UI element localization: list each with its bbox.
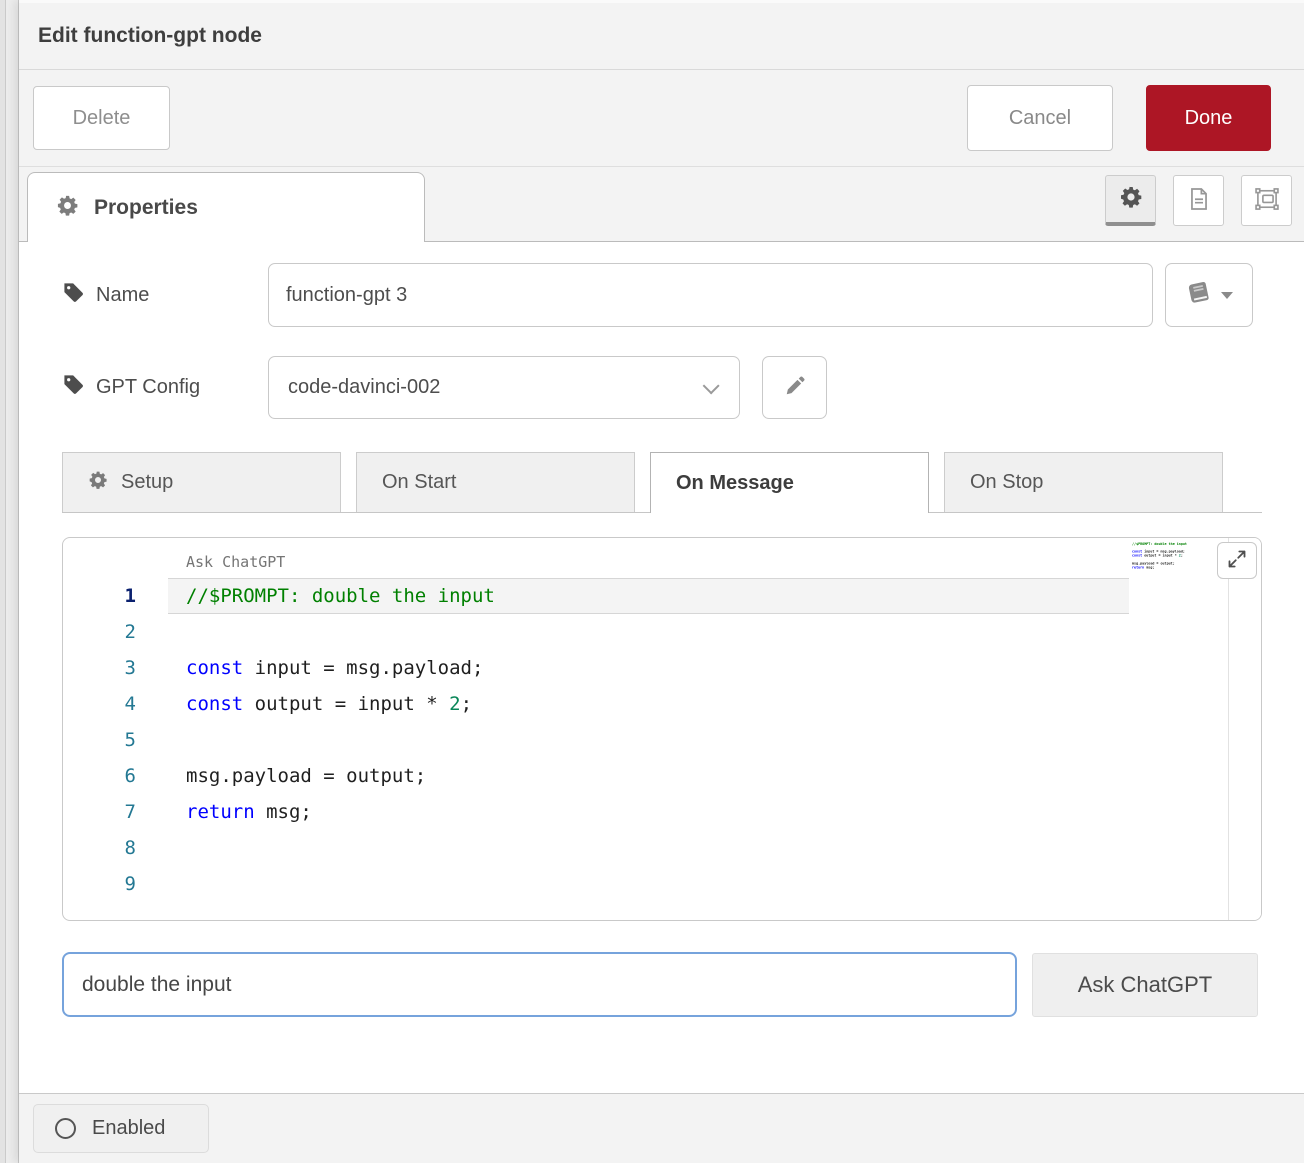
dialog-footer: Enabled [19, 1093, 1304, 1163]
screen: Edit function-gpt node Delete Cancel Don… [0, 0, 1304, 1163]
code-line-6: 6msg.payload = output; [63, 758, 1261, 794]
codelens-ask-chatgpt[interactable]: Ask ChatGPT [186, 548, 285, 578]
tab-description-button[interactable] [1173, 175, 1224, 226]
code-lines: Ask ChatGPT1//$PROMPT: double the input2… [63, 548, 1261, 902]
book-icon [1186, 281, 1212, 310]
ask-chatgpt-button[interactable]: Ask ChatGPT [1032, 953, 1258, 1017]
line-number: 1 [63, 578, 136, 614]
edit-node-dialog: Edit function-gpt node Delete Cancel Don… [19, 0, 1304, 1163]
gpt-config-label-text: GPT Config [96, 376, 200, 399]
enabled-label: Enabled [92, 1117, 165, 1140]
gpt-config-label: GPT Config [62, 373, 268, 402]
prompt-input[interactable] [62, 952, 1017, 1017]
workspace-edge [0, 0, 19, 1163]
caret-down-icon [1221, 292, 1233, 305]
expand-icon [1227, 549, 1247, 572]
editor-type-tabs [1105, 175, 1292, 226]
tab-node-properties-button[interactable] [1105, 175, 1156, 226]
gear-icon [1119, 185, 1143, 212]
tab-properties[interactable]: Properties [27, 172, 425, 242]
cancel-button[interactable]: Cancel [967, 85, 1113, 151]
tag-icon [62, 281, 85, 310]
gpt-config-selected-value: code-davinci-002 [288, 376, 440, 399]
tab-on-message[interactable]: On Message [650, 452, 929, 513]
line-number: 4 [63, 686, 136, 722]
name-field-row: Name [62, 263, 1262, 327]
code-line-3: 3const input = msg.payload; [63, 650, 1261, 686]
appearance-icon [1254, 186, 1280, 215]
dialog-toolbar: Delete Cancel Done [19, 70, 1304, 167]
gpt-config-field-row: GPT Config code-davinci-002 [62, 356, 1262, 419]
gear-icon [88, 470, 108, 496]
line-number: 9 [63, 866, 136, 902]
code-line-4: 4const output = input * 2; [63, 686, 1261, 722]
code-line-8: 8 [63, 830, 1261, 866]
tag-icon [62, 373, 85, 402]
tab-setup-label: Setup [121, 471, 173, 494]
dialog-header: Edit function-gpt node [19, 3, 1304, 70]
circle-icon [55, 1118, 76, 1139]
code-line-7: 7return msg; [63, 794, 1261, 830]
gear-icon [56, 194, 79, 222]
editor-tab-strip: Properties [19, 167, 1304, 242]
expand-editor-button[interactable] [1217, 542, 1257, 579]
chevron-down-icon [703, 377, 720, 394]
done-button[interactable]: Done [1146, 85, 1271, 151]
code-line-9: 9 [63, 866, 1261, 902]
prompt-row: Ask ChatGPT [62, 952, 1262, 1017]
tab-properties-label: Properties [94, 196, 198, 220]
code-line-5: 5 [63, 722, 1261, 758]
editor-scrollbar-gutter[interactable] [1228, 538, 1261, 920]
code-editor[interactable]: Ask ChatGPT1//$PROMPT: double the input2… [62, 537, 1262, 921]
pencil-icon [784, 375, 806, 400]
document-icon [1186, 186, 1212, 215]
tab-on-start[interactable]: On Start [356, 452, 635, 512]
line-number: 6 [63, 758, 136, 794]
name-input[interactable] [268, 263, 1153, 327]
minimap-content: //$PROMPT: double the input const input … [1132, 542, 1157, 577]
code-line-1: 1//$PROMPT: double the input [63, 578, 1261, 614]
enabled-toggle-button[interactable]: Enabled [33, 1104, 209, 1153]
edit-config-button[interactable] [762, 356, 827, 419]
tab-setup[interactable]: Setup [62, 452, 341, 512]
gpt-config-select[interactable]: code-davinci-002 [268, 356, 740, 419]
properties-form: Name GPT Config code- [19, 242, 1304, 1093]
minimap[interactable]: //$PROMPT: double the input const input … [1132, 542, 1227, 586]
tab-on-start-label: On Start [382, 471, 456, 494]
dialog-title: Edit function-gpt node [38, 24, 262, 48]
tab-on-stop[interactable]: On Stop [944, 452, 1223, 512]
toolbar-right-group: Cancel Done [967, 85, 1271, 151]
line-number: 5 [63, 722, 136, 758]
function-tabs: Setup On Start On Message On Stop [62, 453, 1262, 513]
delete-button[interactable]: Delete [33, 86, 170, 150]
line-number: 7 [63, 794, 136, 830]
tab-on-stop-label: On Stop [970, 471, 1043, 494]
name-label: Name [62, 281, 268, 310]
line-number: 8 [63, 830, 136, 866]
code-line-2: 2 [63, 614, 1261, 650]
library-button[interactable] [1165, 263, 1253, 327]
tab-on-message-label: On Message [676, 472, 794, 495]
line-number: 3 [63, 650, 136, 686]
line-number: 2 [63, 614, 136, 650]
tab-appearance-button[interactable] [1241, 175, 1292, 226]
codelens-row: Ask ChatGPT [63, 548, 1261, 578]
name-label-text: Name [96, 284, 149, 307]
